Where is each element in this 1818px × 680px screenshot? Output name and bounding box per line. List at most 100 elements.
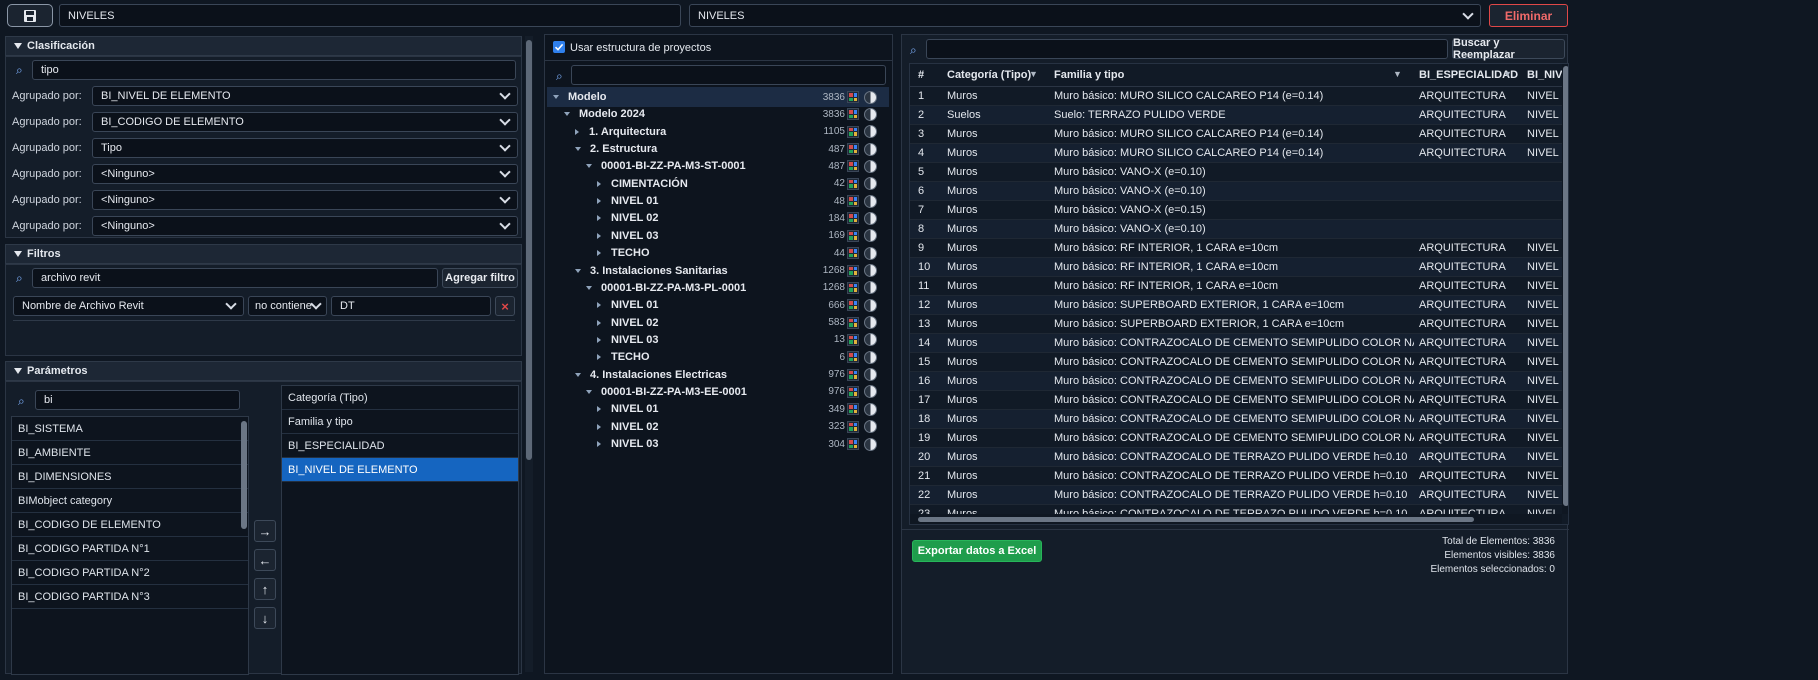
filter-value-input[interactable]: DT bbox=[331, 296, 491, 316]
filter-operator-select[interactable]: no contiene bbox=[248, 296, 327, 316]
find-replace-button[interactable]: Buscar y Reemplazar bbox=[1452, 37, 1565, 61]
grid-vscroll-thumb[interactable] bbox=[1563, 66, 1568, 506]
table-row[interactable]: 1 Muros Muro básico: MURO SILICO CALCARE… bbox=[910, 87, 1562, 106]
header-familia[interactable]: Familia y tipo bbox=[1054, 69, 1124, 81]
group-by-select-4[interactable]: <Ninguno> bbox=[92, 164, 518, 184]
color-grid-icon[interactable] bbox=[847, 229, 859, 242]
table-row[interactable]: 19 Muros Muro básico: CONTRAZOCALO DE CE… bbox=[910, 429, 1562, 448]
selected-params-list[interactable]: Categoría (Tipo) Familia y tipo BI_ESPECIA… bbox=[281, 385, 519, 675]
clasificacion-header[interactable]: Clasificación bbox=[5, 36, 522, 56]
table-row[interactable]: 10 Muros Muro básico: RF INTERIOR, 1 CAR… bbox=[910, 258, 1562, 277]
filter-icon[interactable]: ▼ bbox=[1029, 69, 1038, 79]
color-grid-icon[interactable] bbox=[847, 91, 859, 103]
selected-param-item[interactable]: Familia y tipo bbox=[282, 410, 518, 434]
color-grid-icon[interactable] bbox=[847, 281, 859, 294]
half-circle-toggle-icon[interactable] bbox=[864, 90, 877, 104]
available-param-item[interactable]: BIMobject category bbox=[12, 489, 248, 513]
expand-right-icon[interactable] bbox=[597, 354, 601, 361]
color-grid-icon[interactable] bbox=[847, 212, 859, 225]
half-circle-toggle-icon[interactable] bbox=[864, 246, 877, 260]
expand-right-icon[interactable] bbox=[597, 406, 601, 413]
half-circle-toggle-icon[interactable] bbox=[864, 211, 877, 225]
table-row[interactable]: 23 Muros Muro básico: CONTRAZOCALO DE TE… bbox=[910, 505, 1562, 514]
table-row[interactable]: 11 Muros Muro básico: RF INTERIOR, 1 CAR… bbox=[910, 277, 1562, 296]
half-circle-toggle-icon[interactable] bbox=[864, 229, 877, 243]
move-right-button[interactable]: → bbox=[254, 520, 276, 542]
use-structure-label[interactable]: Usar estructura de proyectos bbox=[570, 42, 711, 54]
expand-down-icon[interactable] bbox=[575, 372, 581, 377]
table-row[interactable]: 6 Muros Muro básico: VANO-X (e=0.10) bbox=[910, 182, 1562, 201]
available-param-item[interactable]: BI_CODIGO DE ELEMENTO bbox=[12, 513, 248, 537]
left-scrollbar-thumb[interactable] bbox=[526, 40, 532, 460]
group-by-select-1[interactable]: BI_NIVEL DE ELEMENTO bbox=[92, 86, 518, 106]
color-grid-icon[interactable] bbox=[847, 316, 859, 329]
remove-filter-button[interactable]: × bbox=[495, 296, 515, 316]
table-row[interactable]: 5 Muros Muro básico: VANO-X (e=0.10) bbox=[910, 163, 1562, 182]
half-circle-toggle-icon[interactable] bbox=[864, 368, 877, 382]
selected-param-item[interactable]: BI_ESPECIALIDAD bbox=[282, 434, 518, 458]
color-grid-icon[interactable] bbox=[847, 299, 859, 312]
parametros-header[interactable]: Parámetros bbox=[5, 361, 522, 381]
half-circle-toggle-icon[interactable] bbox=[864, 350, 877, 364]
table-row[interactable]: 22 Muros Muro básico: CONTRAZOCALO DE TE… bbox=[910, 486, 1562, 505]
table-row[interactable]: 3 Muros Muro básico: MURO SILICO CALCARE… bbox=[910, 125, 1562, 144]
table-row[interactable]: 13 Muros Muro básico: SUPERBOARD EXTERIO… bbox=[910, 315, 1562, 334]
table-row[interactable]: 2 Suelos Suelo: TERRAZO PULIDO VERDE ARQ… bbox=[910, 106, 1562, 125]
color-grid-icon[interactable] bbox=[847, 247, 859, 260]
available-param-item[interactable]: BI_SISTEMA bbox=[12, 417, 248, 441]
color-grid-icon[interactable] bbox=[847, 160, 859, 173]
color-grid-icon[interactable] bbox=[847, 195, 859, 208]
color-grid-icon[interactable] bbox=[847, 385, 859, 398]
save-button[interactable] bbox=[7, 4, 53, 27]
filtros-search-input[interactable]: archivo revit bbox=[32, 268, 438, 288]
group-by-select-5[interactable]: <Ninguno> bbox=[92, 190, 518, 210]
half-circle-toggle-icon[interactable] bbox=[864, 159, 877, 173]
grid-vscroll[interactable] bbox=[1562, 64, 1568, 514]
parametros-search-input[interactable]: bi bbox=[35, 390, 240, 410]
color-grid-icon[interactable] bbox=[847, 125, 859, 138]
expand-right-icon[interactable] bbox=[597, 198, 601, 205]
color-grid-icon[interactable] bbox=[847, 438, 859, 450]
table-row[interactable]: 21 Muros Muro básico: CONTRAZOCALO DE TE… bbox=[910, 467, 1562, 486]
expand-down-icon[interactable] bbox=[564, 112, 570, 117]
selected-param-item[interactable]: Categoría (Tipo) bbox=[282, 386, 518, 410]
clasificacion-search-input[interactable]: tipo bbox=[32, 60, 516, 80]
available-param-item[interactable]: BI_AMBIENTE bbox=[12, 441, 248, 465]
group-by-select-6[interactable]: <Ninguno> bbox=[92, 216, 518, 236]
expand-right-icon[interactable] bbox=[597, 302, 601, 309]
expand-right-icon[interactable] bbox=[597, 319, 601, 326]
group-by-select-2[interactable]: BI_CODIGO DE ELEMENTO bbox=[92, 112, 518, 132]
half-circle-toggle-icon[interactable] bbox=[864, 385, 877, 399]
tree-search-input[interactable] bbox=[571, 65, 886, 85]
half-circle-toggle-icon[interactable] bbox=[864, 333, 877, 347]
expand-down-icon[interactable] bbox=[575, 147, 581, 152]
add-filter-button[interactable]: Agregar filtro bbox=[442, 268, 518, 288]
available-param-item[interactable]: BI_CODIGO PARTIDA N°1 bbox=[12, 537, 248, 561]
delete-button[interactable]: Eliminar bbox=[1489, 4, 1568, 27]
grid-search-input[interactable] bbox=[926, 39, 1448, 59]
available-list-scrollbar[interactable] bbox=[241, 421, 247, 529]
expand-down-icon[interactable] bbox=[575, 268, 581, 273]
use-structure-checkbox[interactable] bbox=[553, 41, 565, 53]
filter-param-select[interactable]: Nombre de Archivo Revit bbox=[13, 296, 244, 316]
half-circle-toggle-icon[interactable] bbox=[864, 316, 877, 330]
selected-param-item[interactable]: BI_NIVEL DE ELEMENTO bbox=[282, 458, 518, 482]
move-up-button[interactable]: ↑ bbox=[254, 578, 276, 600]
preset-dropdown[interactable]: NIVELES bbox=[689, 4, 1481, 27]
left-scrollbar[interactable] bbox=[525, 36, 533, 672]
available-param-item[interactable]: BI_DIMENSIONES bbox=[12, 465, 248, 489]
half-circle-toggle-icon[interactable] bbox=[864, 107, 877, 121]
expand-right-icon[interactable] bbox=[597, 441, 601, 447]
color-grid-icon[interactable] bbox=[847, 143, 859, 156]
table-row[interactable]: 9 Muros Muro básico: RF INTERIOR, 1 CARA… bbox=[910, 239, 1562, 258]
available-params-list[interactable]: BI_SISTEMA BI_AMBIENTE BI_DIMENSIONES BIMob… bbox=[11, 416, 249, 675]
expand-down-icon[interactable] bbox=[586, 164, 592, 169]
filter-icon[interactable]: ▼ bbox=[1393, 69, 1402, 79]
color-grid-icon[interactable] bbox=[847, 368, 859, 381]
grid-hscroll-thumb[interactable] bbox=[918, 517, 1474, 522]
half-circle-toggle-icon[interactable] bbox=[864, 125, 877, 139]
color-grid-icon[interactable] bbox=[847, 403, 859, 416]
export-excel-button[interactable]: Exportar datos a Excel bbox=[912, 540, 1042, 562]
half-circle-toggle-icon[interactable] bbox=[864, 177, 877, 191]
available-param-item[interactable]: BI_CODIGO PARTIDA N°3 bbox=[12, 585, 248, 609]
